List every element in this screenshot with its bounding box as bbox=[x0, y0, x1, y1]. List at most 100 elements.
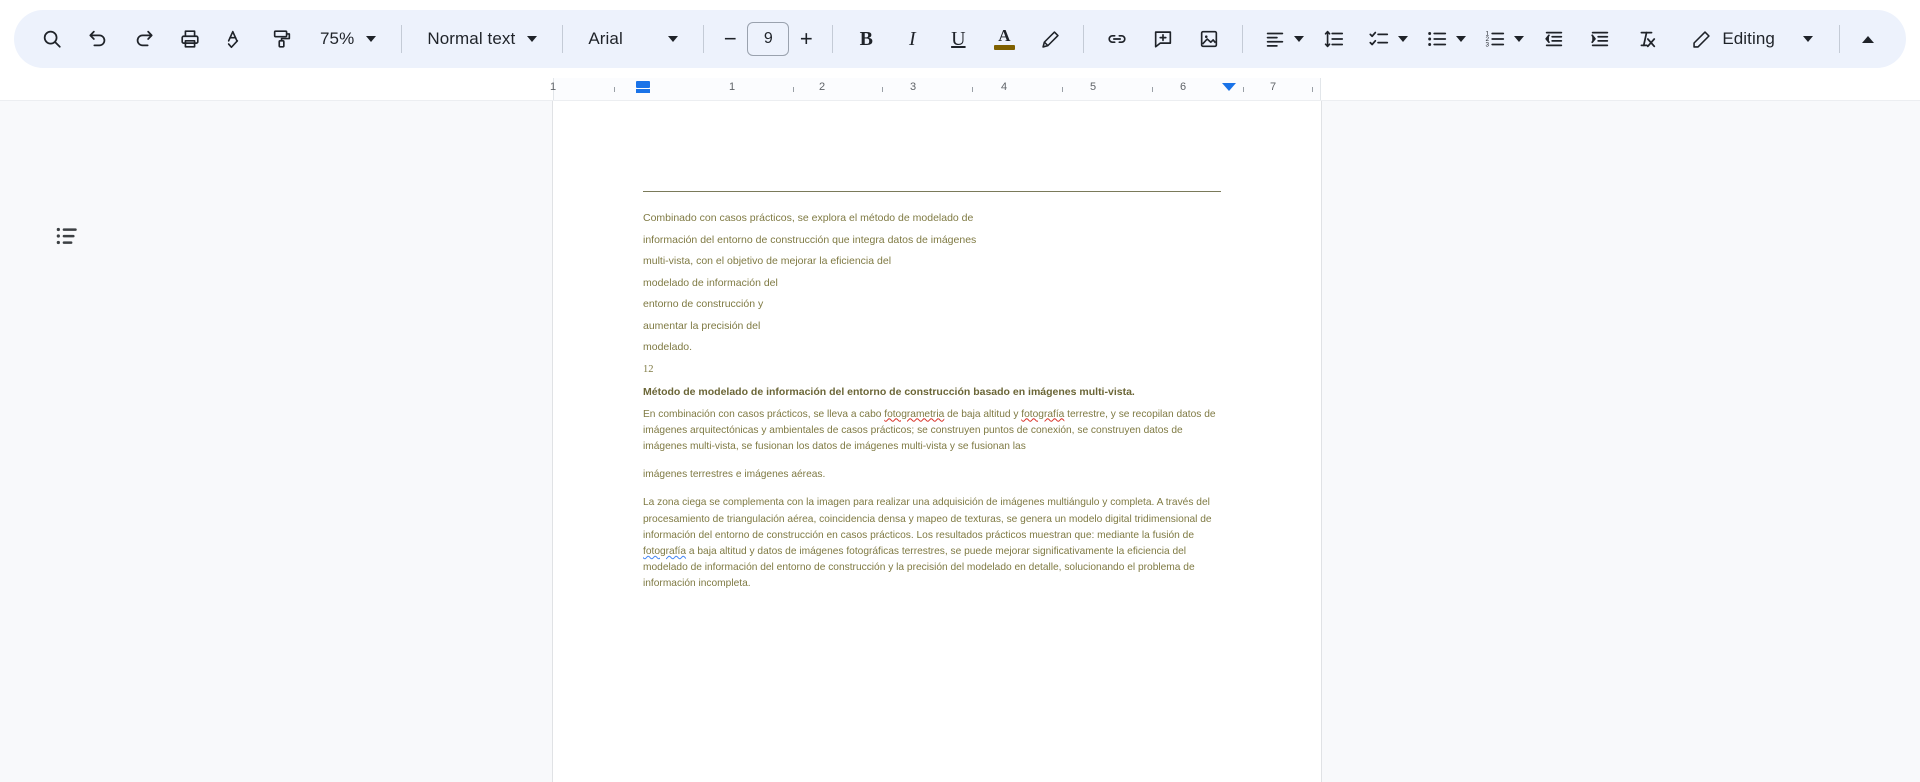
doc-line: modelado. bbox=[643, 341, 693, 353]
ruler-tick bbox=[793, 87, 794, 92]
horizontal-ruler[interactable]: 1 1 2 3 4 5 6 7 bbox=[0, 78, 1920, 100]
add-comment-icon[interactable] bbox=[1141, 17, 1185, 61]
ruler-tick bbox=[614, 87, 615, 92]
text-color-button[interactable]: A bbox=[982, 17, 1026, 61]
divider bbox=[401, 25, 403, 53]
editing-mode-selector[interactable]: Editing bbox=[1677, 17, 1833, 61]
bold-icon: B bbox=[859, 27, 874, 50]
doc-line: aumentar la precisión del bbox=[643, 319, 761, 332]
decrease-indent-icon[interactable] bbox=[1532, 17, 1576, 61]
line-spacing-icon[interactable] bbox=[1312, 17, 1356, 61]
increase-font-size-button[interactable]: + bbox=[791, 17, 821, 61]
italic-button[interactable]: I bbox=[890, 17, 934, 61]
ruler-mark: 2 bbox=[818, 81, 826, 93]
font-size-value: 9 bbox=[763, 30, 773, 47]
text-run: En combinación con casos prácticos, se l… bbox=[643, 408, 885, 420]
chevron-down-icon bbox=[668, 36, 679, 42]
page-content[interactable]: Combinado con casos prácticos, se explor… bbox=[643, 191, 1223, 593]
highlight-color-button[interactable] bbox=[1028, 17, 1072, 61]
ruler-mark: 6 bbox=[1179, 81, 1187, 93]
first-line-indent-marker[interactable] bbox=[636, 89, 650, 93]
divider bbox=[1083, 25, 1085, 53]
doc-line: Combinado con casos prácticos, se explor… bbox=[643, 212, 974, 224]
ruler-page-area bbox=[553, 78, 1321, 100]
document-outline-icon[interactable] bbox=[44, 213, 90, 259]
ruler-tick bbox=[1243, 87, 1244, 92]
ruler-tick bbox=[1152, 87, 1153, 92]
intro-paragraph[interactable]: Combinado con casos prácticos, se explor… bbox=[643, 208, 1223, 359]
clear-formatting-icon[interactable] bbox=[1624, 17, 1668, 61]
misspelled-word[interactable]: fotografía bbox=[643, 546, 686, 557]
font-family-selector[interactable]: Arial bbox=[574, 17, 692, 61]
increase-indent-icon[interactable] bbox=[1578, 17, 1622, 61]
text-color-icon: A bbox=[998, 26, 1011, 45]
ruler-mark: 1 bbox=[728, 81, 736, 93]
divider bbox=[562, 25, 564, 53]
outline-rail bbox=[0, 101, 552, 782]
plus-icon: + bbox=[799, 26, 813, 51]
ruler-tick bbox=[1312, 87, 1313, 92]
divider bbox=[703, 25, 705, 53]
font-size-input[interactable]: 9 bbox=[747, 22, 790, 56]
insert-link-icon[interactable] bbox=[1095, 17, 1139, 61]
doc-line: multi-vista, con el objetivo de mejorar … bbox=[643, 255, 892, 267]
ruler-mark: 3 bbox=[909, 81, 917, 93]
zoom-level-value: 75% bbox=[320, 29, 355, 48]
ruler-track[interactable]: 1 1 2 3 4 5 6 7 bbox=[0, 78, 1920, 100]
ruler-tick bbox=[882, 87, 883, 92]
horizontal-divider-line bbox=[643, 191, 1221, 192]
right-indent-marker[interactable] bbox=[1222, 83, 1236, 91]
paint-format-icon[interactable] bbox=[260, 17, 304, 61]
numbered-list-selector[interactable]: 1 2 3 bbox=[1474, 17, 1530, 61]
doc-line: información del entorno de construcción … bbox=[643, 233, 977, 246]
paragraph-style-selector[interactable]: Normal text bbox=[413, 17, 551, 61]
minus-icon: − bbox=[723, 26, 737, 51]
left-indent-marker[interactable] bbox=[636, 81, 650, 88]
chevron-down-icon bbox=[527, 36, 538, 42]
paragraph-style-value: Normal text bbox=[427, 29, 516, 48]
checklist-selector[interactable] bbox=[1358, 17, 1414, 61]
chevron-down-icon bbox=[1456, 36, 1467, 42]
chevron-down-icon bbox=[366, 36, 377, 42]
bold-button[interactable]: B bbox=[844, 17, 888, 61]
spellcheck-icon[interactable] bbox=[214, 17, 258, 61]
body-paragraph-2[interactable]: En combinación con casos prácticos, se l… bbox=[643, 407, 1223, 456]
body-paragraph-2b[interactable]: imágenes terrestres e imágenes aéreas. bbox=[643, 467, 1223, 483]
decrease-font-size-button[interactable]: − bbox=[715, 17, 745, 61]
section-heading: Método de modelado de información del en… bbox=[643, 385, 1135, 398]
checklist-icon bbox=[1369, 31, 1389, 46]
toolbar-container: 75% Normal text Arial − 9 + B I U A 1 2 … bbox=[0, 0, 1920, 78]
pencil-icon bbox=[1693, 30, 1711, 48]
doc-line: modelado de información del bbox=[643, 276, 778, 289]
print-icon[interactable] bbox=[168, 17, 212, 61]
insert-image-icon[interactable] bbox=[1187, 17, 1231, 61]
svg-text:3: 3 bbox=[1486, 42, 1490, 49]
text-color-swatch bbox=[993, 45, 1015, 50]
undo-icon[interactable] bbox=[76, 17, 120, 61]
ruler-tick bbox=[1062, 87, 1063, 92]
underline-button[interactable]: U bbox=[936, 17, 980, 61]
underline-icon: U bbox=[951, 27, 966, 50]
collapse-toolbar-button[interactable] bbox=[1846, 17, 1890, 61]
document-page[interactable]: Combinado con casos prácticos, se explor… bbox=[553, 101, 1321, 782]
search-icon[interactable] bbox=[30, 17, 74, 61]
text-run: a baja altitud y datos de imágenes fotog… bbox=[643, 545, 1195, 590]
ruler-mark: 5 bbox=[1089, 81, 1097, 93]
ruler-tick bbox=[972, 87, 973, 92]
divider bbox=[832, 25, 834, 53]
numbered-list-icon: 1 2 3 bbox=[1486, 30, 1505, 49]
body-paragraph-3[interactable]: La zona ciega se complementa con la imag… bbox=[643, 495, 1223, 592]
bulleted-list-selector[interactable] bbox=[1416, 17, 1472, 61]
chevron-down-icon bbox=[1514, 36, 1525, 42]
ruler-mark: 7 bbox=[1269, 81, 1277, 93]
outline-glyph bbox=[56, 227, 77, 245]
misspelled-word[interactable]: fotogrametria bbox=[884, 409, 944, 420]
zoom-selector[interactable]: 75% bbox=[306, 17, 390, 61]
font-family-value: Arial bbox=[588, 29, 623, 48]
italic-icon: I bbox=[909, 27, 916, 50]
alignment-selector[interactable] bbox=[1254, 17, 1310, 61]
bulleted-list-icon bbox=[1428, 32, 1447, 46]
misspelled-word[interactable]: fotografía bbox=[1021, 409, 1064, 420]
ruler-mark: 4 bbox=[1000, 81, 1008, 93]
redo-icon[interactable] bbox=[122, 17, 166, 61]
